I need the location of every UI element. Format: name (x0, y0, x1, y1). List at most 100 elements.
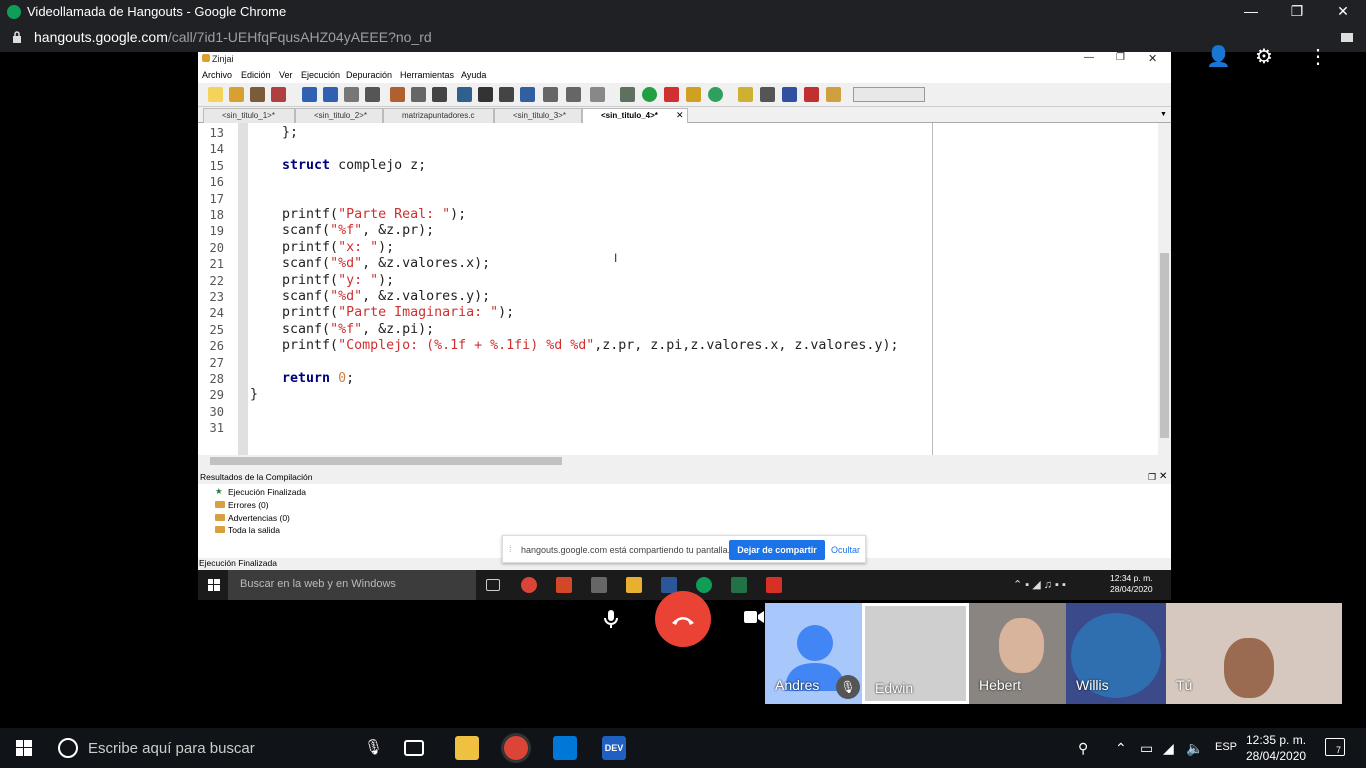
code-line[interactable]: struct complejo z; (250, 158, 426, 174)
panel-close-icon[interactable]: ✕ (1159, 471, 1167, 482)
format-icon[interactable] (590, 87, 605, 102)
taskbar-clock[interactable]: 12:35 p. m. 28/04/2020 (1246, 732, 1306, 764)
toolbar-search-field[interactable] (853, 87, 925, 102)
debug-run-icon[interactable] (708, 87, 723, 102)
participant-tu[interactable]: Tú (1166, 603, 1342, 704)
zinjai-minimize-button[interactable]: — (1084, 52, 1094, 63)
restore-button[interactable]: ❐ (1274, 0, 1320, 24)
close-button[interactable]: ✕ (1320, 0, 1366, 24)
file-explorer-button[interactable] (455, 736, 479, 760)
battery-icon[interactable]: ▭ (1140, 740, 1153, 757)
stop-icon[interactable] (664, 87, 679, 102)
copy-icon[interactable] (344, 87, 359, 102)
participant-andres[interactable]: Andres 🎙 (765, 603, 865, 704)
tab-matrizapuntadores[interactable]: matrizapuntadores.c (383, 108, 494, 123)
run-icon[interactable] (642, 87, 657, 102)
menu-edicion[interactable]: Edición (241, 70, 271, 80)
menu-ayuda[interactable]: Ayuda (461, 70, 486, 80)
participant-willis[interactable]: Willis (1066, 603, 1166, 704)
find-icon[interactable] (432, 87, 447, 102)
drag-handle-icon[interactable]: ⁞ (509, 544, 512, 554)
language-indicator[interactable]: ESP (1215, 741, 1237, 753)
code-line[interactable]: scanf("%f", &z.pi); (250, 322, 434, 338)
tabs-dropdown-icon[interactable]: ▼ (1160, 111, 1167, 118)
zinjai-close-button[interactable]: ✕ (1148, 52, 1157, 65)
menu-ejecucion[interactable]: Ejecución (301, 70, 340, 80)
menu-ver[interactable]: Ver (279, 70, 293, 80)
search-icon[interactable] (457, 87, 472, 102)
edge-button[interactable] (553, 736, 577, 760)
cut-icon[interactable] (365, 87, 380, 102)
wifi-icon[interactable]: ◢ (1163, 740, 1174, 757)
hide-button[interactable]: Ocultar (831, 545, 860, 555)
indent-icon[interactable] (411, 87, 426, 102)
cast-icon[interactable] (1340, 31, 1354, 45)
vertical-scrollbar[interactable] (1158, 123, 1171, 455)
undo-icon[interactable] (302, 87, 317, 102)
redo-icon[interactable] (323, 87, 338, 102)
taskbar-search-input[interactable]: Escribe aquí para buscar (88, 740, 255, 757)
gear-icon[interactable]: ⚙ (1255, 44, 1273, 69)
function-icon[interactable] (520, 87, 535, 102)
code-line[interactable]: printf("Parte Imaginaria: "); (250, 305, 514, 321)
notifications-icon[interactable]: 7 (1325, 738, 1345, 756)
code-line[interactable]: }; (250, 125, 298, 141)
zinjai-restore-button[interactable]: ❐ (1116, 52, 1125, 63)
panel-maximize-icon[interactable]: ❐ (1148, 472, 1156, 483)
options-icon[interactable] (738, 87, 753, 102)
save-all-icon[interactable] (271, 87, 286, 102)
address-bar[interactable]: hangouts.google.com/call/7id1-UEHfqFqusA… (0, 24, 1366, 52)
tools-icon[interactable] (782, 87, 797, 102)
menu-herramientas[interactable]: Herramientas (400, 70, 454, 80)
help-icon[interactable] (760, 87, 775, 102)
video-camera-icon[interactable] (744, 610, 764, 624)
result-item-errors[interactable]: Errores (0) (215, 500, 269, 510)
code-line[interactable]: scanf("%d", &z.valores.x); (250, 256, 490, 272)
tab-sin-titulo-4[interactable]: <sin_titulo_4>* (582, 108, 688, 123)
new-file-icon[interactable] (208, 87, 223, 102)
uncomment-icon[interactable] (566, 87, 581, 102)
menu-archivo[interactable]: Archivo (202, 70, 232, 80)
horizontal-scroll-thumb[interactable] (210, 457, 562, 465)
code-line[interactable]: printf("Complejo: (%.1f + %.1fi) %d %d",… (250, 338, 898, 354)
menu-depuracion[interactable]: Depuración (346, 70, 392, 80)
add-person-icon[interactable]: 👤 (1206, 44, 1231, 69)
replace-icon[interactable] (478, 87, 493, 102)
debug-icon[interactable] (686, 87, 701, 102)
dev-cpp-button[interactable]: DEV (602, 736, 626, 760)
tab-sin-titulo-1[interactable]: <sin_titulo_1>* (203, 108, 295, 123)
code-line[interactable]: printf("x: "); (250, 240, 394, 256)
cortana-icon[interactable] (58, 738, 78, 758)
result-item-warnings[interactable]: Advertencias (0) (215, 513, 290, 523)
volume-icon[interactable]: 🔈 (1186, 740, 1203, 757)
compile-icon[interactable] (620, 87, 635, 102)
windows-start-button[interactable] (16, 740, 32, 756)
tab-sin-titulo-2[interactable]: <sin_titulo_2>* (295, 108, 383, 123)
show-hidden-icons[interactable]: ⌃ (1115, 740, 1127, 757)
code-line[interactable]: } (250, 387, 258, 403)
paste-icon[interactable] (390, 87, 405, 102)
stop-sharing-button[interactable]: Dejar de compartir (729, 540, 825, 560)
url-text[interactable]: hangouts.google.com/call/7id1-UEHfqFqusA… (34, 29, 432, 45)
code-line[interactable]: printf("Parte Real: "); (250, 207, 466, 223)
chrome-button[interactable] (504, 736, 528, 760)
code-line[interactable]: scanf("%d", &z.valores.y); (250, 289, 490, 305)
code-line[interactable]: printf("y: "); (250, 273, 394, 289)
people-icon[interactable]: ⚲ (1078, 740, 1088, 757)
horizontal-scrollbar[interactable] (198, 455, 1171, 467)
tab-close-icon[interactable]: ✕ (676, 110, 684, 121)
tab-sin-titulo-3[interactable]: <sin_titulo_3>* (494, 108, 582, 123)
result-item-finished[interactable]: ★ Ejecución Finalizada (215, 486, 306, 497)
code-line[interactable]: return 0; (250, 371, 354, 387)
code-line[interactable]: scanf("%f", &z.pr); (250, 223, 434, 239)
minimize-button[interactable]: — (1228, 0, 1274, 24)
open-folder-icon[interactable] (229, 87, 244, 102)
exit-icon[interactable] (826, 87, 841, 102)
hang-up-button[interactable] (655, 591, 711, 647)
participant-hebert[interactable]: Hebert (969, 603, 1069, 704)
voice-search-icon[interactable]: 🎙 (364, 738, 383, 756)
participant-edwin[interactable]: Edwin (862, 603, 969, 704)
code-area[interactable]: }; struct complejo z; printf("Parte Real… (250, 123, 1130, 455)
goto-icon[interactable] (499, 87, 514, 102)
comment-icon[interactable] (543, 87, 558, 102)
